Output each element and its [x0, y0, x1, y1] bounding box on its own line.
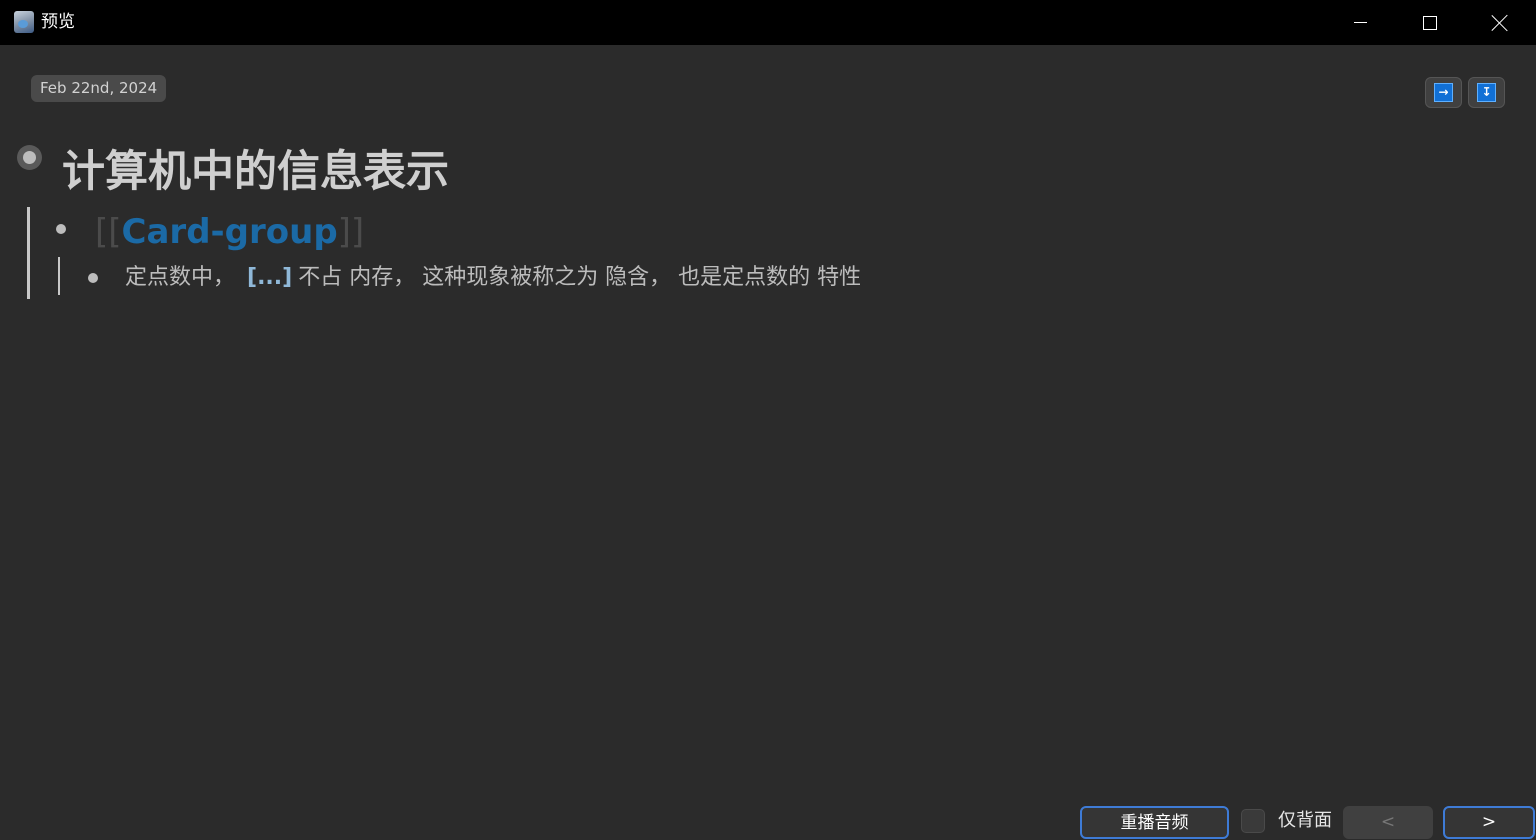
back-only-checkbox[interactable] — [1241, 809, 1265, 833]
block-text-before: 定点数中， — [125, 265, 236, 290]
expand-right-button[interactable]: → — [1425, 77, 1462, 108]
close-icon — [1491, 14, 1509, 32]
title-bar[interactable]: 预览 — [0, 0, 1536, 45]
cloze-placeholder[interactable]: [...] — [247, 265, 292, 290]
collapse-down-icon: ↧ — [1477, 83, 1496, 102]
close-button[interactable] — [1465, 0, 1535, 45]
maximize-icon — [1423, 15, 1437, 30]
previous-card-button[interactable]: < — [1343, 806, 1433, 839]
block-guide-line-nested — [58, 257, 60, 295]
replay-audio-button[interactable]: 重播音频 — [1080, 806, 1229, 839]
block-guide-line — [27, 207, 30, 299]
page-title[interactable]: 计算机中的信息表示 — [62, 142, 449, 202]
app-icon — [14, 11, 34, 33]
minimize-button[interactable] — [1325, 0, 1395, 45]
block-bullet[interactable] — [56, 224, 66, 234]
journal-date[interactable]: Feb 22nd, 2024 — [31, 75, 167, 102]
minimize-icon — [1353, 22, 1367, 23]
link-text[interactable]: Card-group — [122, 212, 338, 252]
window-title: 预览 — [41, 12, 75, 32]
link-close-bracket: ]] — [337, 212, 365, 252]
back-only-label[interactable]: 仅背面 — [1278, 808, 1332, 834]
expand-right-icon: → — [1434, 83, 1453, 102]
nested-block-bullet[interactable] — [88, 273, 98, 283]
link-open-bracket: [[ — [95, 212, 122, 252]
card-group-link[interactable]: [[Card-group]] — [95, 210, 364, 254]
page-bullet[interactable] — [17, 145, 42, 170]
collapse-down-button[interactable]: ↧ — [1468, 77, 1505, 108]
maximize-button[interactable] — [1395, 0, 1465, 45]
block-text-after: 不占 内存， 这种现象被称之为 隐含， 也是定点数的 特性 — [298, 265, 862, 290]
card-block-text[interactable]: 定点数中， [...] 不占 内存， 这种现象被称之为 隐含， 也是定点数的 特性 — [125, 263, 861, 293]
next-card-button[interactable]: > — [1443, 806, 1535, 839]
preview-window: 预览 Feb 22nd, 2024 → ↧ 计算机中的信息表示 [[Card-g… — [0, 0, 1536, 840]
